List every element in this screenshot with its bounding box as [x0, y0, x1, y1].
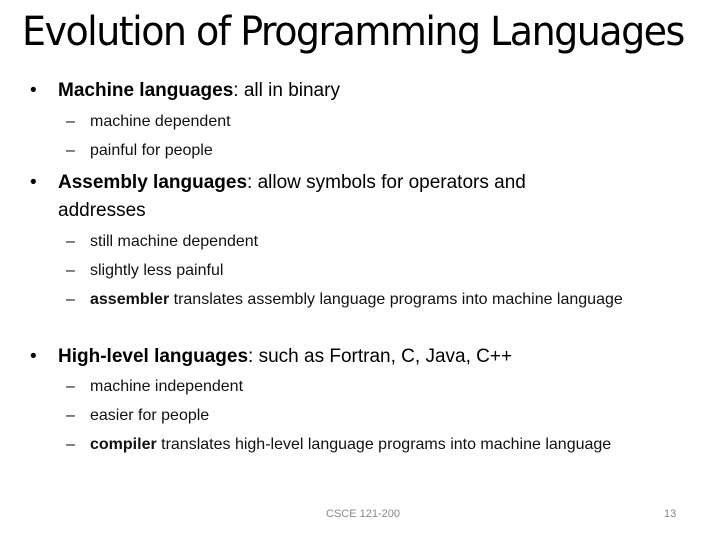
- dash-icon: –: [66, 407, 75, 424]
- bullet-term: Assembly languages: [58, 172, 248, 193]
- bullet-icon: •: [30, 172, 37, 193]
- sub-item-text: still machine dependent: [90, 233, 259, 250]
- dash-icon: –: [66, 378, 75, 395]
- dash-icon: –: [66, 291, 75, 308]
- keyword-compiler: compiler: [90, 436, 157, 453]
- sub-item-text: machine independent: [90, 378, 244, 395]
- page-number: 13: [664, 508, 677, 520]
- sub-item-text: translates high-level language programs …: [156, 436, 612, 453]
- sub-item-text: painful for people: [90, 142, 213, 159]
- bullet-icon: •: [30, 80, 37, 101]
- bullet-text: : such as Fortran, C, Java, C++: [248, 346, 513, 367]
- sub-item-text: machine dependent: [90, 113, 231, 130]
- dash-icon: –: [66, 436, 75, 453]
- bullet-term: Machine languages: [58, 80, 234, 101]
- dash-icon: –: [66, 262, 75, 279]
- dash-icon: –: [66, 113, 75, 130]
- bullet-term: High-level languages: [58, 346, 249, 367]
- slide-title: Evolution of Programming Languages: [22, 9, 685, 55]
- sub-item-text: easier for people: [90, 407, 210, 424]
- footer-course: CSCE 121-200: [326, 508, 400, 520]
- bullet-icon: •: [30, 346, 37, 367]
- sub-item-text: translates assembly language programs in…: [169, 291, 623, 308]
- dash-icon: –: [66, 142, 75, 159]
- sub-item-text: slightly less painful: [90, 262, 224, 279]
- dash-icon: –: [66, 233, 75, 250]
- keyword-assembler: assembler: [90, 291, 170, 308]
- bullet-text: : all in binary: [233, 80, 340, 101]
